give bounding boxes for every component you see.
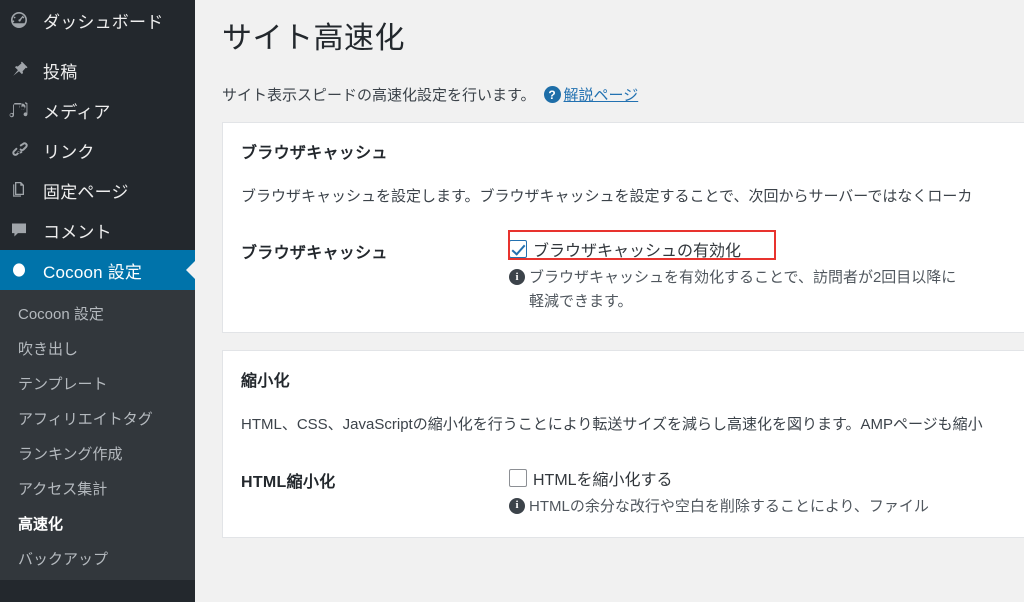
comment-icon	[9, 220, 35, 240]
page-title: サイト高速化	[222, 22, 405, 55]
html-minify-checkbox-row[interactable]: HTMLを縮小化する	[509, 466, 1024, 490]
submenu-item-backup[interactable]: バックアップ	[0, 541, 195, 576]
page-description: サイト表示スピードの高速化設定を行います。 ? 解説ページ	[222, 84, 1024, 105]
sidebar-item-label: 固定ページ	[43, 182, 129, 202]
note-text: HTMLの余分な改行や空白を削除することにより、ファイル	[529, 497, 929, 515]
main-content: サイト高速化 サイト表示スピードの高速化設定を行います。 ? 解説ページ ブラウ…	[195, 0, 1024, 602]
panel-description: ブラウザキャッシュを設定します。ブラウザキャッシュを設定することで、次回からサー…	[241, 188, 973, 205]
documentation-link[interactable]: 解説ページ	[564, 84, 639, 105]
admin-sidebar: ダッシュボード 投稿 メディア リンク 固定ページ コメント Cocoon 設定…	[0, 0, 195, 602]
sidebar-item-dashboard[interactable]: ダッシュボード	[0, 0, 195, 40]
panel-description: HTML、CSS、JavaScriptの縮小化を行うことにより転送サイズを減らし…	[241, 416, 983, 434]
sidebar-item-label: Cocoon 設定	[43, 262, 143, 282]
sidebar-item-comments[interactable]: コメント	[0, 210, 195, 250]
submenu-item-affiliate-tag[interactable]: アフィリエイトタグ	[0, 401, 195, 436]
submenu-item-access-analytics[interactable]: アクセス集計	[0, 471, 195, 506]
note-text: ブラウザキャッシュを有効化することで、訪問者が2回目以降に 軽減できます。	[529, 269, 957, 311]
checkbox-browser-cache-enable[interactable]	[509, 240, 527, 259]
field-label: HTML縮小化	[241, 473, 336, 491]
sidebar-item-links[interactable]: リンク	[0, 130, 195, 170]
field-body: HTMLを縮小化する i HTMLの余分な改行や空白を削除することにより、ファイ…	[509, 466, 1024, 519]
browser-cache-checkbox-row[interactable]: ブラウザキャッシュの有効化	[509, 237, 1024, 261]
media-icon	[9, 100, 35, 120]
page-description-text: サイト表示スピードの高速化設定を行います。	[222, 87, 536, 104]
sidebar-item-cocoon-settings[interactable]: Cocoon 設定	[0, 250, 195, 290]
submenu-item-speedup[interactable]: 高速化	[0, 506, 195, 541]
sidebar-item-label: ダッシュボード	[43, 12, 164, 32]
panel-title: 縮小化	[241, 373, 290, 391]
submenu-item-ranking[interactable]: ランキング作成	[0, 436, 195, 471]
sidebar-item-label: 投稿	[43, 62, 78, 82]
cocoon-submenu: Cocoon 設定 吹き出し テンプレート アフィリエイトタグ ランキング作成 …	[0, 290, 195, 580]
checkbox-html-minify[interactable]	[509, 468, 527, 487]
field-row-browser-cache: ブラウザキャッシュ ブラウザキャッシュの有効化 i ブラウザキャッシュを有効化す…	[241, 230, 1013, 314]
sidebar-item-label: メディア	[43, 102, 111, 122]
html-minify-note: i HTMLの余分な改行や空白を削除することにより、ファイル	[509, 495, 1024, 519]
checkbox-label: HTMLを縮小化する	[533, 471, 673, 489]
wordpress-admin-screen: ダッシュボード 投稿 メディア リンク 固定ページ コメント Cocoon 設定…	[0, 0, 1024, 602]
sidebar-item-media[interactable]: メディア	[0, 90, 195, 130]
field-row-html-minify: HTML縮小化 HTMLを縮小化する i HTMLの余分な改行や空白を削除するこ…	[241, 466, 1013, 519]
submenu-item-speech-balloon[interactable]: 吹き出し	[0, 331, 195, 366]
field-body: ブラウザキャッシュの有効化 i ブラウザキャッシュを有効化することで、訪問者が2…	[508, 230, 1024, 314]
sidebar-item-pages[interactable]: 固定ページ	[0, 170, 195, 210]
page-icon	[9, 180, 35, 200]
dashboard-icon	[9, 10, 35, 30]
submenu-item-template[interactable]: テンプレート	[0, 366, 195, 401]
question-icon: ?	[543, 86, 561, 103]
browser-cache-note: i ブラウザキャッシュを有効化することで、訪問者が2回目以降に 軽減できます。	[509, 266, 1024, 314]
link-icon	[9, 140, 35, 160]
panel-title: ブラウザキャッシュ	[241, 145, 388, 162]
submenu-item-cocoon-settings[interactable]: Cocoon 設定	[0, 296, 195, 331]
info-icon: i	[509, 497, 525, 514]
field-label: ブラウザキャッシュ	[241, 245, 388, 263]
sidebar-item-posts[interactable]: 投稿	[0, 50, 195, 90]
sidebar-item-label: リンク	[43, 142, 95, 162]
checkbox-label: ブラウザキャッシュの有効化	[533, 243, 742, 261]
cocoon-icon	[9, 260, 35, 280]
info-icon: i	[509, 269, 525, 286]
pin-icon	[9, 60, 35, 80]
sidebar-divider	[0, 40, 195, 50]
panel-browser-cache: ブラウザキャッシュ ブラウザキャッシュを設定します。ブラウザキャッシュを設定する…	[222, 122, 1024, 334]
sidebar-item-label: コメント	[43, 222, 112, 242]
panel-minify: 縮小化 HTML、CSS、JavaScriptの縮小化を行うことにより転送サイズ…	[222, 350, 1024, 538]
